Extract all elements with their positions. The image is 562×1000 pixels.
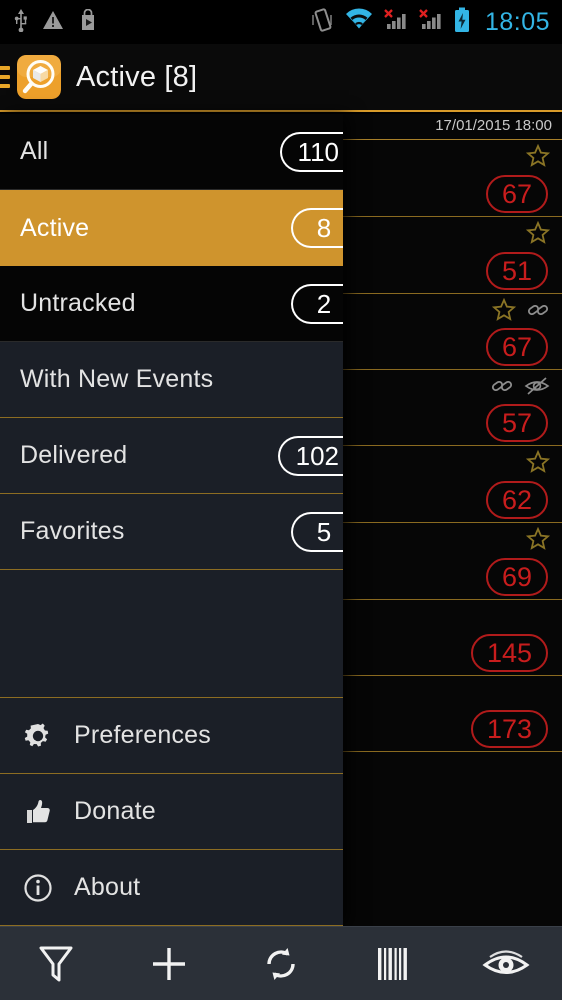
battery-charging-icon: [453, 7, 471, 38]
drawer-item-count: 110: [280, 132, 343, 172]
drawer-option-donate[interactable]: Donate: [0, 774, 343, 850]
drawer-item-untracked[interactable]: Untracked 2: [0, 266, 343, 342]
drawer-item-label: Active: [20, 214, 89, 243]
link-icon[interactable]: [526, 298, 550, 327]
filter-icon[interactable]: [0, 927, 112, 1000]
drawer-item-label: With New Events: [20, 365, 213, 394]
drawer-option-label: Preferences: [74, 721, 211, 750]
eye-off-icon[interactable]: [524, 374, 550, 403]
usb-icon: [14, 8, 28, 37]
info-circle-icon: [16, 873, 60, 903]
drawer-item-with-new-events[interactable]: With New Events: [0, 342, 343, 418]
status-bar-clock: 18:05: [485, 8, 550, 37]
days-badge: 69: [486, 558, 548, 596]
link-icon[interactable]: [490, 374, 514, 403]
days-badge: 145: [471, 634, 548, 672]
barcode-icon[interactable]: [337, 927, 449, 1000]
drawer-item-count: 102: [278, 436, 343, 476]
days-badge: 67: [486, 175, 548, 213]
row-icons: [492, 298, 550, 327]
star-icon[interactable]: [526, 221, 550, 250]
days-badge: 62: [486, 481, 548, 519]
status-bar: 18:05: [0, 0, 562, 44]
star-icon[interactable]: [526, 450, 550, 479]
warning-triangle-icon: [42, 10, 64, 35]
thumbs-up-icon: [16, 797, 60, 827]
drawer-option-about[interactable]: About: [0, 850, 343, 926]
row-icons: [526, 527, 550, 556]
drawer-item-delivered[interactable]: Delivered 102: [0, 418, 343, 494]
signal-no-sim-2-icon: [418, 8, 444, 37]
drawer-option-preferences[interactable]: Preferences: [0, 698, 343, 774]
vibrate-icon: [311, 7, 335, 38]
status-bar-right-icons: 18:05: [311, 7, 550, 38]
row-icons: [526, 144, 550, 173]
eye-icon[interactable]: [450, 927, 562, 1000]
drawer-options: Preferences Donate About: [0, 697, 343, 926]
star-icon[interactable]: [492, 298, 516, 327]
drawer-option-label: About: [74, 873, 140, 902]
star-icon[interactable]: [526, 144, 550, 173]
status-bar-left-icons: [14, 8, 98, 37]
gear-icon: [16, 721, 60, 751]
days-badge: 67: [486, 328, 548, 366]
row-icons: [526, 450, 550, 479]
drawer-item-active[interactable]: Active 8: [0, 190, 343, 266]
drawer-item-label: Favorites: [20, 517, 125, 546]
drawer-item-favorites[interactable]: Favorites 5: [0, 494, 343, 570]
drawer-item-count: 5: [291, 512, 343, 552]
star-icon[interactable]: [526, 527, 550, 556]
page-title: Active [8]: [76, 61, 197, 94]
action-bar: Active [8]: [0, 44, 562, 112]
navigation-drawer[interactable]: All 110 Active 8 Untracked 2 With New Events De…: [0, 114, 343, 926]
days-badge: 173: [471, 710, 548, 748]
bottom-toolbar: [0, 926, 562, 1000]
signal-no-sim-1-icon: [383, 8, 409, 37]
add-icon[interactable]: [112, 927, 224, 1000]
days-badge: 57: [486, 404, 548, 442]
row-icons: [490, 374, 550, 403]
refresh-icon[interactable]: [225, 927, 337, 1000]
play-store-bag-icon: [78, 9, 98, 36]
drawer-filter-list: All 110 Active 8 Untracked 2 With New Events De…: [0, 114, 343, 570]
hamburger-icon[interactable]: [0, 66, 10, 88]
days-badge: 51: [486, 252, 548, 290]
package-magnifier-icon[interactable]: [17, 55, 61, 99]
drawer-item-count: 8: [291, 208, 343, 248]
drawer-item-all[interactable]: All 110: [0, 114, 343, 190]
row-icons: [526, 221, 550, 250]
drawer-item-count: 2: [291, 284, 343, 324]
wifi-icon: [344, 8, 374, 37]
drawer-item-label: All: [20, 137, 48, 166]
drawer-item-label: Untracked: [20, 289, 136, 318]
drawer-item-label: Delivered: [20, 441, 127, 470]
drawer-option-label: Donate: [74, 797, 156, 826]
